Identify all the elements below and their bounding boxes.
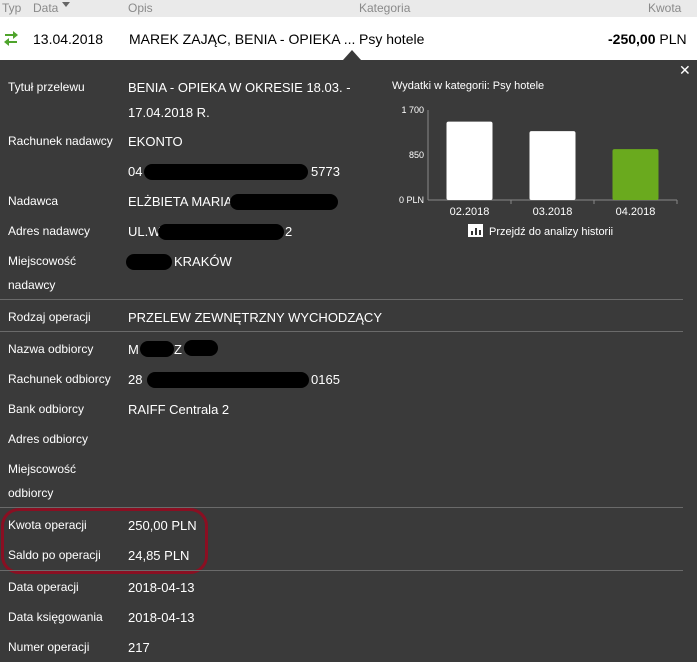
value-numer-operacji: 217 <box>128 640 150 655</box>
redaction-mark <box>126 254 172 270</box>
redaction-mark <box>147 372 309 388</box>
value-bank-odbiorcy: RAIFF Centrala 2 <box>128 402 230 417</box>
label-miejscowosc-nadawcy-2: nadawcy <box>8 278 56 292</box>
highlight-annotation <box>1 508 208 574</box>
x-tick-label: 03.2018 <box>533 206 573 218</box>
section-divider <box>0 570 683 571</box>
column-header-kategoria[interactable]: Kategoria <box>359 1 410 15</box>
value-nazwa-odbiorcy-mid: Z <box>174 342 182 357</box>
label-miejscowosc-odbiorcy-1: Miejscowość <box>8 462 77 476</box>
label-numer-operacji: Numer operacji <box>8 640 90 654</box>
redaction-mark <box>230 194 338 210</box>
value-nazwa-odbiorcy-prefix: M <box>128 342 139 357</box>
value-rachunek-nadawcy-suffix: 5773 <box>311 164 340 179</box>
transfer-arrows-icon <box>4 31 18 46</box>
redaction-mark <box>158 224 284 240</box>
history-analysis-link[interactable]: Przejdź do analizy historii <box>468 224 613 238</box>
transaction-amount-value: -250,00 <box>608 31 656 47</box>
redaction-mark <box>144 164 308 180</box>
label-rodzaj-operacji: Rodzaj operacji <box>8 310 91 324</box>
value-tytul-przelewu-line2: 17.04.2018 R. <box>128 105 210 120</box>
redaction-mark <box>140 341 174 357</box>
x-tick-label: 02.2018 <box>450 206 490 218</box>
bar-02.2018 <box>446 121 493 200</box>
label-tytul-przelewu: Tytuł przelewu <box>8 80 85 94</box>
label-rachunek-odbiorcy: Rachunek odbiorcy <box>8 372 111 386</box>
value-miejscowosc-nadawcy: KRAKÓW <box>174 254 232 269</box>
label-nadawca: Nadawca <box>8 194 59 208</box>
value-data-ksiegowania: 2018-04-13 <box>128 610 195 625</box>
value-data-operacji: 2018-04-13 <box>128 580 195 595</box>
chart-title: Wydatki w kategorii: Psy hotele <box>392 80 545 92</box>
label-adres-nadawcy: Adres nadawcy <box>8 224 91 238</box>
label-miejscowosc-odbiorcy-2: odbiorcy <box>8 486 54 500</box>
transaction-description: MAREK ZAJĄC, BENIA - OPIEKA ... <box>129 31 356 47</box>
column-header-row: Typ Data Opis Kategoria Kwota <box>0 0 697 17</box>
section-divider <box>0 299 683 300</box>
value-tytul-przelewu-line1: BENIA - OPIEKA W OKRESIE 18.03. - <box>128 80 351 95</box>
label-data-operacji: Data operacji <box>8 580 79 594</box>
value-rachunek-nadawcy-prefix: 04 <box>128 164 143 179</box>
column-header-data[interactable]: Data <box>33 1 71 15</box>
value-rachunek-odbiorcy-prefix: 28 <box>128 372 143 387</box>
label-adres-odbiorcy: Adres odbiorcy <box>8 432 89 446</box>
section-divider <box>0 331 683 332</box>
sort-desc-icon <box>62 2 71 7</box>
bar-chart-icon <box>468 224 483 237</box>
column-header-data-label: Data <box>33 1 59 15</box>
transaction-date: 13.04.2018 <box>33 31 104 47</box>
value-adres-nadawcy-prefix: UL.W <box>128 224 161 239</box>
label-nazwa-odbiorcy: Nazwa odbiorcy <box>8 342 94 356</box>
category-spending-chart: 0 PLN 850 1 700 02.2018 03.2018 04.2018 <box>399 105 678 218</box>
history-analysis-link-label: Przejdź do analizy historii <box>489 226 614 238</box>
value-nadawca: ELŻBIETA MARIA <box>128 194 233 209</box>
transaction-currency: PLN <box>659 31 687 47</box>
bar-03.2018 <box>529 131 576 200</box>
column-header-kwota[interactable]: Kwota <box>648 1 681 15</box>
y-tick-label: 1 700 <box>401 105 424 115</box>
redaction-mark <box>184 340 218 356</box>
value-rodzaj-operacji: PRZELEW ZEWNĘTRZNY WYCHODZĄCY <box>128 310 382 325</box>
label-data-ksiegowania: Data księgowania <box>8 610 103 624</box>
detail-pointer <box>343 50 361 60</box>
value-adres-nadawcy-suffix: 2 <box>285 224 293 239</box>
x-tick-label: 04.2018 <box>616 206 656 218</box>
value-rachunek-nadawcy-bank: EKONTO <box>128 134 183 149</box>
transaction-details-panel: ✕ Tytuł przelewu BENIA - OPIEKA W OKRESI… <box>0 60 697 662</box>
bar-04.2018 <box>612 149 659 200</box>
label-miejscowosc-nadawcy-1: Miejscowość <box>8 254 77 268</box>
column-header-typ[interactable]: Typ <box>2 1 21 15</box>
close-icon[interactable]: ✕ <box>679 62 691 79</box>
transaction-category[interactable]: Psy hotele <box>359 31 424 47</box>
column-header-opis[interactable]: Opis <box>128 1 153 15</box>
label-rachunek-nadawcy: Rachunek nadawcy <box>8 134 113 148</box>
value-rachunek-odbiorcy-suffix: 0165 <box>311 372 340 387</box>
label-bank-odbiorcy: Bank odbiorcy <box>8 402 85 416</box>
y-tick-label: 850 <box>409 150 424 160</box>
transaction-amount: -250,00 PLN <box>608 31 687 47</box>
y-tick-label: 0 PLN <box>399 195 424 205</box>
